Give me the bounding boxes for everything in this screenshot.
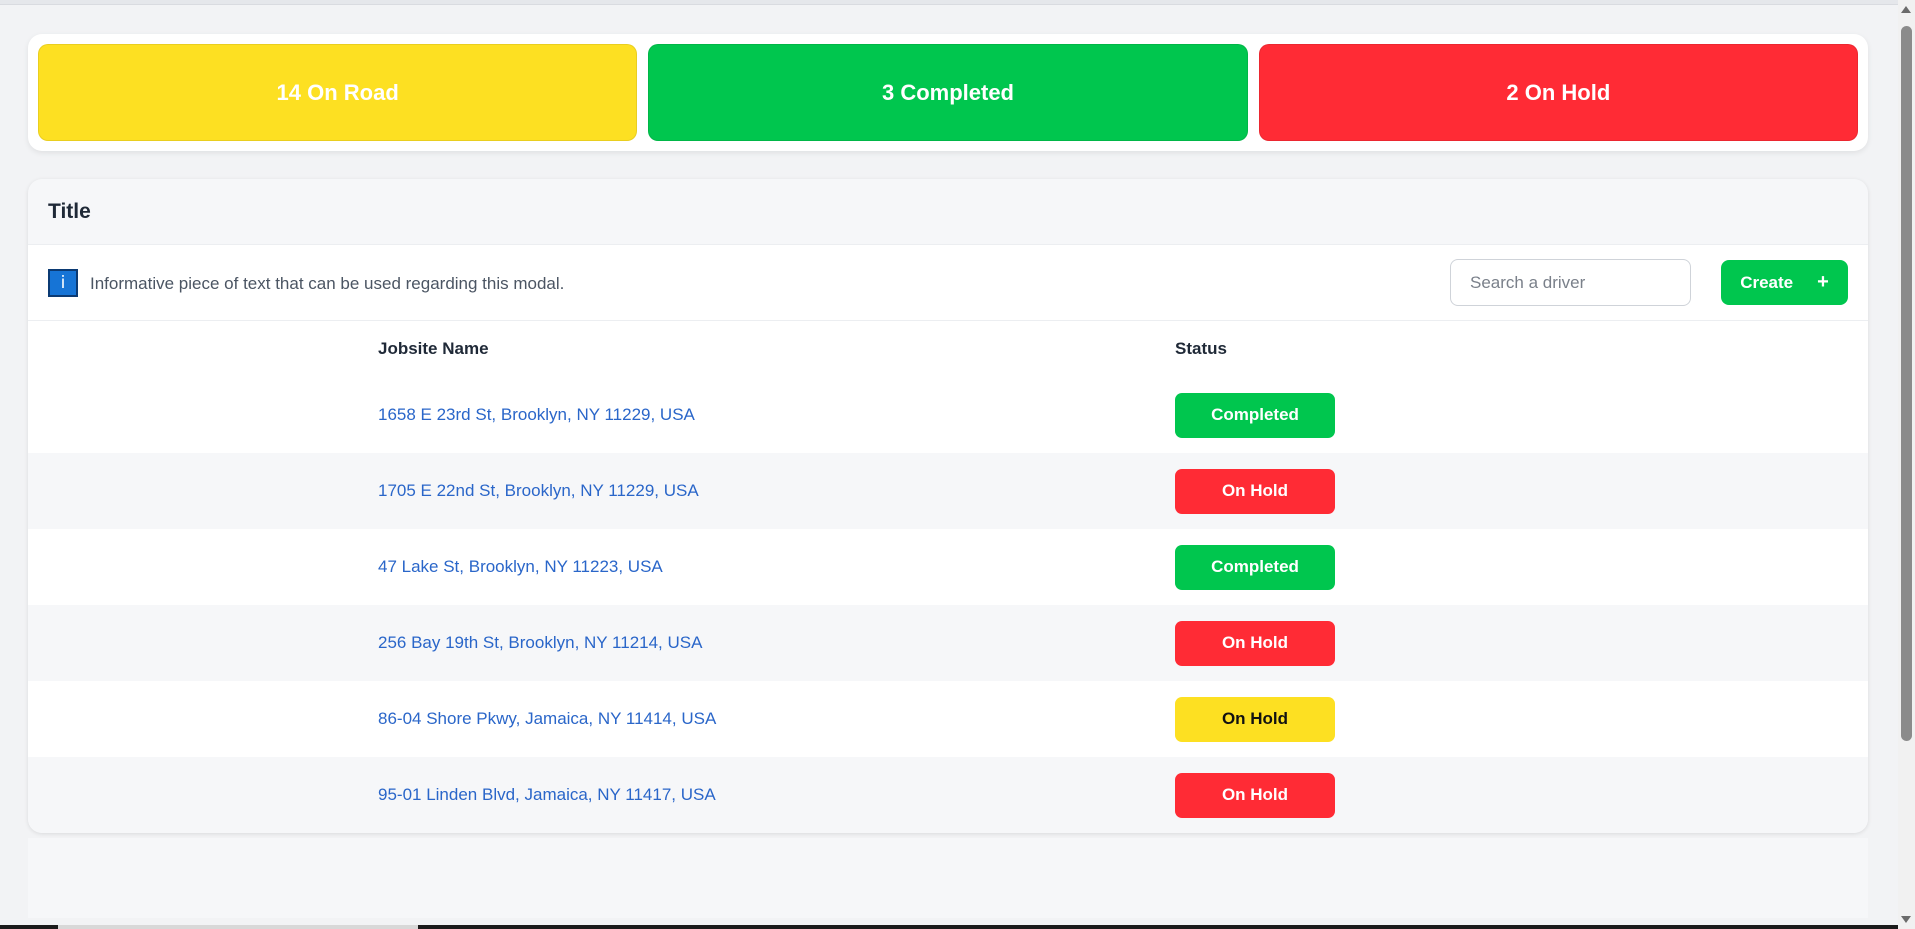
info-text: Informative piece of text that can be us… — [90, 273, 565, 293]
vertical-scrollbar[interactable] — [1898, 0, 1915, 929]
status-summary-card: 14 On Road 3 Completed 2 On Hold — [28, 34, 1868, 151]
jobsite-link[interactable]: 47 Lake St, Brooklyn, NY 11223, USA — [378, 557, 663, 576]
table-row: 47 Lake St, Brooklyn, NY 11223, USA Comp… — [28, 529, 1868, 605]
jobsite-link[interactable]: 1658 E 23rd St, Brooklyn, NY 11229, USA — [378, 405, 695, 424]
bottom-bar — [0, 925, 1898, 929]
row-spacer — [28, 529, 378, 605]
jobsite-link[interactable]: 95-01 Linden Blvd, Jamaica, NY 11417, US… — [378, 785, 716, 804]
table-row: 1705 E 22nd St, Brooklyn, NY 11229, USA … — [28, 453, 1868, 529]
info-icon: i — [48, 268, 78, 297]
on-hold-stat[interactable]: 2 On Hold — [1258, 44, 1858, 141]
page: 14 On Road 3 Completed 2 On Hold Title i… — [28, 34, 1868, 833]
create-button[interactable]: Create + — [1721, 260, 1848, 305]
row-spacer — [28, 605, 378, 681]
row-spacer — [28, 681, 378, 757]
completed-stat[interactable]: 3 Completed — [648, 44, 1248, 141]
status-badge[interactable]: Completed — [1175, 392, 1335, 438]
plus-icon: + — [1817, 271, 1829, 293]
search-driver-input[interactable] — [1450, 259, 1691, 306]
status-badge[interactable]: On Hold — [1175, 468, 1335, 514]
jobsite-link[interactable]: 256 Bay 19th St, Brooklyn, NY 11214, USA — [378, 633, 702, 652]
scroll-down-arrow-icon[interactable] — [1901, 916, 1911, 923]
table-header-spacer — [28, 321, 378, 377]
top-border — [0, 0, 1898, 5]
status-badge[interactable]: Completed — [1175, 544, 1335, 590]
table-header-row: Jobsite Name Status — [28, 321, 1868, 377]
scrollbar-thumb[interactable] — [1901, 26, 1912, 741]
table-row: 256 Bay 19th St, Brooklyn, NY 11214, USA… — [28, 605, 1868, 681]
bottom-bar-segment — [58, 925, 418, 929]
scroll-up-arrow-icon[interactable] — [1901, 6, 1911, 13]
status-badge[interactable]: On Hold — [1175, 620, 1335, 666]
jobsite-table: Jobsite Name Status 1658 E 23rd St, Broo… — [28, 321, 1868, 833]
table-row: 86-04 Shore Pkwy, Jamaica, NY 11414, USA… — [28, 681, 1868, 757]
row-spacer — [28, 377, 378, 453]
table-row: 1658 E 23rd St, Brooklyn, NY 11229, USA … — [28, 377, 1868, 453]
status-badge[interactable]: On Hold — [1175, 696, 1335, 742]
on-road-stat[interactable]: 14 On Road — [38, 44, 638, 141]
jobsite-link[interactable]: 86-04 Shore Pkwy, Jamaica, NY 11414, USA — [378, 709, 716, 728]
status-header: Status — [1175, 339, 1227, 358]
table-row: 95-01 Linden Blvd, Jamaica, NY 11417, US… — [28, 757, 1868, 833]
panel-title: Title — [48, 199, 91, 223]
jobsite-name-header: Jobsite Name — [378, 339, 489, 358]
lower-background — [28, 838, 1868, 918]
panel-toolbar: i Informative piece of text that can be … — [28, 244, 1868, 321]
row-spacer — [28, 453, 378, 529]
jobsite-panel: Title i Informative piece of text that c… — [28, 179, 1868, 833]
jobsite-link[interactable]: 1705 E 22nd St, Brooklyn, NY 11229, USA — [378, 481, 699, 500]
create-button-label: Create — [1740, 272, 1794, 292]
row-spacer — [28, 757, 378, 833]
status-badge[interactable]: On Hold — [1175, 772, 1335, 818]
